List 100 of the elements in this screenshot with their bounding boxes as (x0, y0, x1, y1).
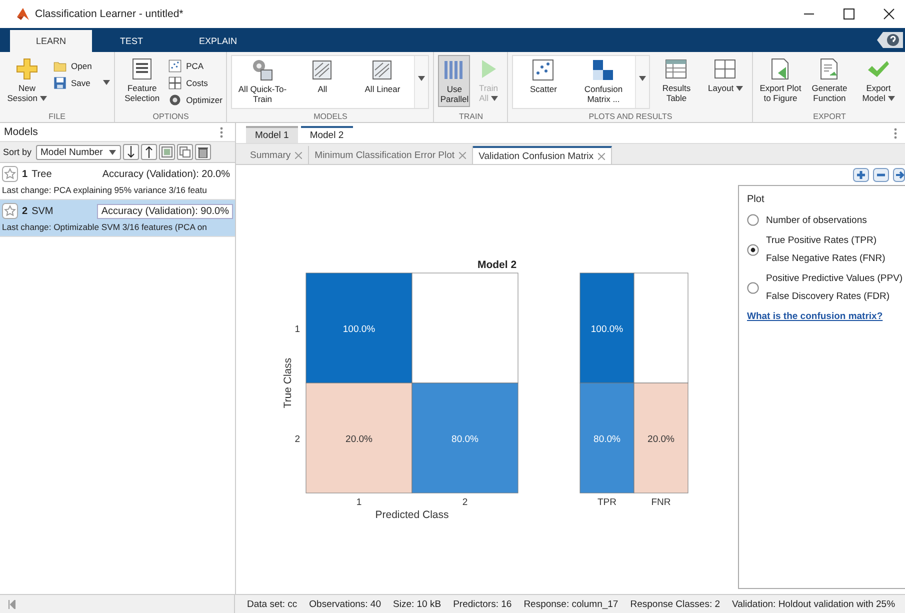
trash-icon (196, 146, 209, 158)
star-icon[interactable] (2, 166, 18, 182)
sort-dropdown[interactable]: Model Number (36, 144, 121, 160)
status-text: Response: column_17 (524, 598, 618, 610)
x-axis-label: Predicted Class (375, 508, 449, 520)
toolbar-button[interactable]: All (294, 56, 350, 108)
pan-icon[interactable] (893, 168, 905, 182)
model-accuracy: Accuracy (Validation): 90.0% (97, 204, 233, 218)
cell-value: 20.0% (648, 434, 674, 444)
toolbar-button[interactable]: New Session (4, 55, 50, 105)
toolbar-button[interactable]: Scatter (515, 56, 572, 108)
scatter-plot-icon (168, 58, 182, 72)
ribbon-tab[interactable]: TEST (92, 30, 172, 52)
toolbar-button[interactable]: PCA (168, 57, 222, 74)
scatter-plot-icon (531, 58, 556, 82)
plot-tab[interactable]: Summary (244, 146, 309, 164)
toolbar-button[interactable]: Open (53, 57, 110, 74)
sort-label: Sort by (3, 147, 32, 157)
copy-button[interactable] (176, 144, 193, 160)
arrow-up-icon (144, 146, 153, 158)
app-logo-icon (16, 7, 30, 21)
toolbar-button[interactable]: Costs (168, 74, 222, 91)
gear-icon (168, 92, 182, 106)
zoom-in-icon[interactable] (853, 168, 869, 182)
more-icon[interactable] (894, 128, 897, 138)
panel-title: Models (4, 126, 38, 138)
ribbon-tab[interactable]: EXPLAIN (171, 30, 266, 52)
toolbar-button[interactable]: Export Model (855, 55, 902, 105)
gallery-dropdown[interactable] (414, 56, 428, 108)
gallery-dropdown[interactable] (635, 56, 650, 108)
group-label: OPTIONS (152, 111, 190, 122)
group-label: EXPORT (812, 111, 847, 122)
square-icon (160, 146, 173, 158)
option-label: Number of observations (766, 214, 867, 226)
toolbar-button[interactable]: Save (53, 74, 110, 91)
status-text: Validation: Holdout validation with 25% (732, 598, 896, 610)
status-text: Data set: cc (247, 598, 298, 610)
option-label: True Positive Rates (TPR) (766, 235, 878, 246)
toolbar-button[interactable]: All Quick-To-Train (234, 56, 290, 108)
toolbar-button[interactable]: Feature Selection (119, 55, 166, 105)
model-item[interactable]: 2 SVM Accuracy (Validation): 90.0% Last change: Optimizable SVM 3/16 features (PCA on (0, 200, 235, 237)
copy-icon (178, 146, 191, 158)
toolbar-button[interactable]: Layout (702, 55, 748, 95)
arrow-down-icon (126, 146, 135, 158)
list-icon (130, 57, 154, 81)
ribbon-tab[interactable]: LEARN (10, 30, 92, 52)
cell-value: 100.0% (590, 324, 624, 334)
chart-title: Model 2 (477, 258, 517, 270)
toolbar-button[interactable]: Optimizer (168, 91, 222, 108)
more-icon[interactable] (220, 126, 223, 138)
plus-icon (15, 57, 39, 81)
model-accuracy: Accuracy (Validation): 20.0% (101, 168, 231, 180)
toolbar-button[interactable]: Results Table (653, 55, 700, 105)
option-label: Positive Predictive Values (PPV) (766, 273, 903, 284)
column-label: TPR (598, 496, 616, 508)
help-icon[interactable] (877, 32, 903, 48)
radio-button[interactable] (747, 214, 759, 226)
radio-button[interactable] (747, 244, 759, 256)
option-label: False Discovery Rates (FDR) (766, 291, 891, 302)
toolbar-button[interactable]: All Linear (354, 56, 410, 108)
y-axis-label: True Class (282, 357, 294, 408)
plot-tab[interactable]: Validation Confusion Matrix (472, 146, 612, 164)
toolbar-button[interactable]: Use Parallel (438, 55, 470, 107)
model-name: Tree (32, 168, 52, 180)
group-label: PLOTS AND RESULTS (588, 111, 674, 122)
radio-button[interactable] (747, 282, 759, 294)
document-tab[interactable]: Model 1 (246, 126, 298, 143)
sort-ascending-button[interactable] (140, 144, 157, 160)
group-label: TRAIN (458, 111, 484, 122)
model-item[interactable]: 1 Tree Accuracy (Validation): 20.0% Last change: PCA explaining 95% variance 3/16 featu (0, 163, 235, 200)
table-icon (664, 57, 688, 81)
option-label: False Negative Rates (FNR) (766, 253, 886, 264)
row-label: 1 (294, 324, 300, 334)
column-label: 2 (462, 496, 468, 508)
model-number: 1 (22, 168, 28, 180)
chart-icon (370, 58, 394, 82)
toolbar-button[interactable]: Confusion Matrix ... (575, 56, 632, 108)
help-link[interactable]: What is the confusion matrix? (747, 311, 905, 322)
star-icon[interactable] (2, 203, 18, 219)
window-title: Classification Learner - untitled* (35, 8, 184, 20)
status-text: Predictors: 16 (453, 598, 512, 610)
caret-icon (103, 80, 110, 85)
caret-icon (888, 96, 895, 101)
model-number: 2 (22, 206, 28, 216)
cell-value: 80.0% (594, 434, 620, 444)
status-text: Response Classes: 2 (630, 598, 720, 610)
layout-icon (713, 57, 738, 81)
zoom-out-icon[interactable] (873, 168, 889, 182)
caret-icon (40, 96, 47, 101)
maximize-icon[interactable] (843, 8, 855, 20)
column-label: FNR (651, 496, 671, 508)
toolbar-button[interactable]: Generate Function (806, 55, 852, 105)
column-label: 1 (356, 496, 362, 508)
model-last-change: Last change: Optimizable SVM 3/16 features (PCA on (2, 222, 208, 232)
toolbar-button[interactable]: Export Plot to Figure (757, 55, 804, 105)
sort-descending-button[interactable] (122, 144, 139, 160)
caret-icon (639, 76, 646, 81)
delete-button[interactable] (194, 144, 211, 160)
duplicate-button[interactable] (158, 144, 175, 160)
close-icon[interactable] (883, 8, 895, 20)
